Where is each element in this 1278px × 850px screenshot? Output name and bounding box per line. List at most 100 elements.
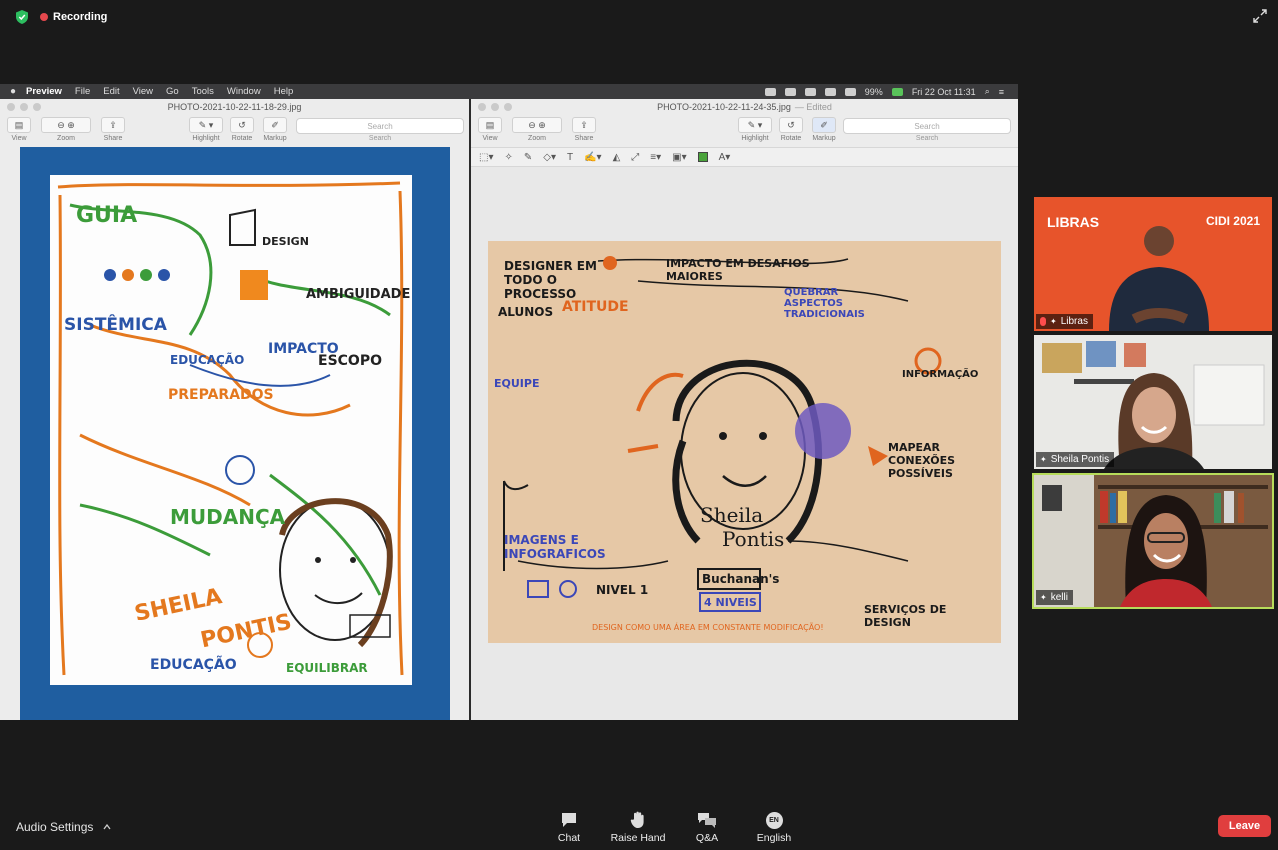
language-interpretation-button[interactable]: EN English [744,811,804,844]
menu-preview[interactable]: Preview [26,86,62,97]
zoom-window-icon[interactable] [33,103,41,111]
participant-tile-sheila[interactable]: ✦ Sheila Pontis [1034,335,1272,469]
zoom-button[interactable]: ⊖ ⊕ Zoom [511,117,563,142]
fill-color-icon[interactable] [697,152,708,162]
chat-icon [539,811,599,829]
sketch-text-equipe: EQUIPE [494,377,540,390]
highlight-icon: ✎ ▾ [189,117,223,133]
wifi-icon[interactable] [824,87,836,96]
participant-tile-libras[interactable]: LIBRAS CIDI 2021 ✦ Libras [1034,197,1272,331]
sketch-word-educacao-top: EDUCAÇÃO [170,353,245,367]
shapes-tool-icon[interactable]: ◇▾ [543,152,556,163]
markup-button[interactable]: ✐ Markup [260,117,290,142]
sketch-text-impacto: IMPACTO EM DESAFIOS MAIORES [666,257,810,283]
status-app-icon[interactable] [764,87,776,96]
sketch-text-informacao: INFORMAÇÃO [902,369,979,380]
battery-percent[interactable]: 99% [865,87,883,97]
markup-button[interactable]: ✐ Markup [809,117,839,142]
rotate-label: Rotate [231,135,253,142]
chevron-up-icon[interactable] [103,824,111,830]
leave-button[interactable]: Leave [1218,815,1271,837]
search-input[interactable]: Search [843,118,1011,134]
pin-icon: ✦ [1040,593,1047,602]
share-button[interactable]: ⇪ Share [100,117,126,142]
apple-icon[interactable]: ● [0,86,26,97]
input-source-icon[interactable] [891,87,903,96]
highlight-button[interactable]: ✎ ▾ Highlight [737,117,773,142]
zoom-button[interactable]: ⊖ ⊕ Zoom [40,117,92,142]
sketch-word-mudanca: MUDANÇA [170,505,286,529]
interpreter-video [1109,226,1209,331]
close-window-icon[interactable] [478,103,486,111]
share-button[interactable]: ⇪ Share [571,117,597,142]
traffic-lights [7,103,41,111]
menu-tools[interactable]: Tools [192,86,214,97]
fullscreen-icon[interactable] [1252,8,1268,24]
shared-screen: ● Preview File Edit View Go Tools Window… [0,84,1018,720]
bluetooth-icon[interactable] [804,87,816,96]
minimize-window-icon[interactable] [491,103,499,111]
text-style-icon[interactable]: A▾ [719,152,731,163]
rotate-icon: ↺ [230,117,254,133]
sketch-doodles-left [57,181,404,676]
volume-icon[interactable] [844,87,856,96]
recording-label: Recording [53,11,108,23]
highlight-label: Highlight [741,135,769,142]
menu-window[interactable]: Window [227,86,261,97]
spotlight-icon[interactable]: ⌕ [985,86,990,97]
share-icon: ⇪ [101,117,125,133]
sketch-word-design: DESIGN [262,235,309,248]
search-placeholder: Search [914,121,940,131]
border-color-icon[interactable]: ▣▾ [672,152,686,163]
sketch-tool-icon[interactable]: ✎ [524,152,532,163]
sidebar-icon: ▤ [478,117,502,133]
minimize-window-icon[interactable] [20,103,28,111]
rotate-button[interactable]: ↺ Rotate [229,117,255,142]
search-input[interactable]: Search [296,118,464,134]
participant-tile-kelli[interactable]: ✦ kelli [1032,473,1274,609]
menubar-clock[interactable]: Fri 22 Oct 11:31 [912,87,976,97]
menu-go[interactable]: Go [166,86,179,97]
adjust-color-icon[interactable]: ◭ [613,152,621,163]
sketchnote-right-area: DESIGNER EM TODO O PROCESSO IMPACTO EM D… [471,167,1018,720]
qa-button[interactable]: Q&A [677,811,737,844]
sketch-word-preparados: PREPARADOS [168,387,274,403]
sketch-word-educacao: EDUCAÇÃO [150,657,237,673]
rotate-button[interactable]: ↺ Rotate [778,117,804,142]
line-style-icon[interactable]: ≡▾ [650,152,661,163]
chat-button[interactable]: Chat [539,811,599,844]
participant-name: kelli [1050,592,1068,603]
menu-file[interactable]: File [75,86,90,97]
shield-icon[interactable] [16,10,28,24]
raise-hand-button[interactable]: Raise Hand [608,811,668,844]
view-button[interactable]: ▤ View [6,117,32,142]
selection-tool-icon[interactable]: ⬚▾ [479,152,493,163]
markup-label: Markup [812,135,836,142]
airplay-icon[interactable] [784,87,796,96]
menu-edit[interactable]: Edit [103,86,119,97]
instant-alpha-icon[interactable]: ✧ [504,152,512,163]
window-titlebar: PHOTO-2021-10-22-11-24-35.jpg — Edited [471,99,1018,115]
view-button[interactable]: ▤ View [477,117,503,142]
highlight-button[interactable]: ✎ ▾ Highlight [188,117,224,142]
close-window-icon[interactable] [7,103,15,111]
zoom-window-icon[interactable] [504,103,512,111]
sketchnote-paper-left: GUIA SISTÊMICA IMPACTO AMBIGUIDADE PREPA… [50,175,412,685]
control-center-icon[interactable]: ≡ [999,87,1004,97]
share-label: Share [574,135,594,142]
view-label: View [482,135,498,142]
adjust-size-icon[interactable]: ⤢ [631,152,639,163]
menu-view[interactable]: View [133,86,153,97]
highlight-icon: ✎ ▾ [738,117,772,133]
zoom-icons: ⊖ ⊕ [41,117,91,133]
sign-tool-icon[interactable]: ✍▾ [584,152,601,163]
audio-settings-button[interactable]: Audio Settings [16,820,111,834]
markup-icon: ✐ [263,117,287,133]
edited-indicator[interactable]: — Edited [795,102,832,112]
markup-toolbar: ⬚▾ ✧ ✎ ◇▾ T ✍▾ ◭ ⤢ ≡▾ ▣▾ A▾ [471,147,1018,167]
recording-indicator[interactable]: Recording [40,10,107,24]
text-tool-icon[interactable]: T [567,152,573,163]
menu-help[interactable]: Help [274,86,294,97]
markup-icon: ✐ [812,117,836,133]
sheila-video [1042,341,1265,469]
